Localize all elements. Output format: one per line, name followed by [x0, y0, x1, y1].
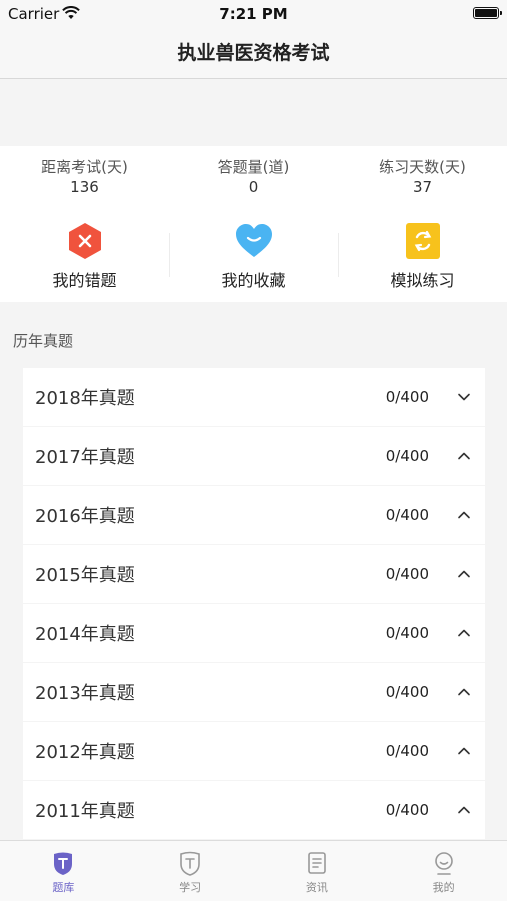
- nav-bar: 执业兽医资格考试: [0, 28, 507, 79]
- tab-label: 我的: [432, 881, 455, 894]
- list-item[interactable]: 2014年真题 0/400: [23, 604, 485, 662]
- mock-practice-icon: [405, 223, 440, 259]
- chevron-down-icon[interactable]: [457, 390, 471, 404]
- stat-answered-count: 答题量(道) 0: [169, 146, 338, 210]
- tab-question-bank[interactable]: 题库: [0, 841, 127, 901]
- tab-study[interactable]: 学习: [127, 841, 254, 901]
- action-label: 模拟练习: [390, 271, 455, 290]
- action-label: 我的收藏: [221, 271, 286, 290]
- exam-progress: 0/400: [385, 447, 429, 465]
- stat-value: 37: [412, 178, 433, 196]
- profile-icon: [434, 852, 453, 875]
- chevron-up-icon[interactable]: [457, 449, 471, 463]
- stats-panel: 距离考试(天) 136 答题量(道) 0 练习天数(天) 37: [0, 146, 507, 210]
- my-favorites-button[interactable]: 我的收藏: [169, 221, 338, 291]
- chevron-up-icon[interactable]: [457, 626, 471, 640]
- tab-profile[interactable]: 我的: [380, 841, 507, 901]
- clock: 7:21 PM: [219, 5, 288, 23]
- action-label: 我的错题: [52, 271, 117, 290]
- favorites-heart-icon: [235, 224, 272, 257]
- list-item[interactable]: 2015年真题 0/400: [23, 545, 485, 603]
- stat-label: 练习天数(天): [379, 158, 466, 176]
- battery-icon: [473, 7, 502, 19]
- list-item[interactable]: 2011年真题 0/400: [23, 781, 485, 839]
- stat-days-to-exam: 距离考试(天) 136: [0, 146, 169, 210]
- quick-actions: 我的错题 我的收藏 模拟练习: [0, 210, 507, 302]
- page-title: 执业兽医资格考试: [177, 42, 330, 64]
- list-item[interactable]: 2012年真题 0/400: [23, 722, 485, 780]
- exam-progress: 0/400: [385, 565, 429, 583]
- tab-label: 题库: [52, 881, 75, 894]
- list-item[interactable]: 2016年真题 0/400: [23, 486, 485, 544]
- tab-bar: 题库 学习 资讯 我的: [0, 840, 507, 901]
- news-icon: [308, 852, 326, 874]
- exam-progress: 0/400: [385, 683, 429, 701]
- exam-progress: 0/400: [385, 388, 429, 406]
- chevron-up-icon[interactable]: [457, 685, 471, 699]
- chevron-up-icon[interactable]: [457, 803, 471, 817]
- tab-news[interactable]: 资讯: [254, 841, 381, 901]
- exam-year-title: 2016年真题: [35, 506, 135, 527]
- status-bar: Carrier 7:21 PM: [0, 0, 507, 28]
- stat-value: 0: [248, 178, 259, 196]
- stat-label: 距离考试(天): [41, 158, 128, 176]
- past-exams-list: 2018年真题 0/400 2017年真题 0/400 2016年真题 0/40…: [23, 368, 485, 840]
- exam-progress: 0/400: [385, 742, 429, 760]
- exam-year-title: 2018年真题: [35, 388, 135, 409]
- exam-year-title: 2017年真题: [35, 447, 135, 468]
- exam-progress: 0/400: [385, 801, 429, 819]
- tab-label: 资讯: [305, 881, 328, 894]
- list-item[interactable]: 2018年真题 0/400: [23, 368, 485, 426]
- list-item[interactable]: 2017年真题 0/400: [23, 427, 485, 485]
- wrong-questions-icon: [68, 223, 101, 259]
- chevron-up-icon[interactable]: [457, 508, 471, 522]
- stat-value: 136: [70, 178, 99, 196]
- exam-progress: 0/400: [385, 624, 429, 642]
- question-bank-icon: [54, 852, 73, 875]
- exam-year-title: 2011年真题: [35, 801, 135, 822]
- section-title: 历年真题: [13, 332, 74, 350]
- study-icon: [180, 851, 200, 876]
- exam-progress: 0/400: [385, 506, 429, 524]
- tab-label: 学习: [179, 881, 202, 894]
- stat-practice-days: 练习天数(天) 37: [338, 146, 507, 210]
- exam-year-title: 2012年真题: [35, 742, 135, 763]
- exam-year-title: 2015年真题: [35, 565, 135, 586]
- exam-year-title: 2014年真题: [35, 624, 135, 645]
- chevron-up-icon[interactable]: [457, 567, 471, 581]
- chevron-up-icon[interactable]: [457, 744, 471, 758]
- my-wrong-questions-button[interactable]: 我的错题: [0, 221, 169, 291]
- exam-year-title: 2013年真题: [35, 683, 135, 704]
- stat-label: 答题量(道): [217, 158, 290, 176]
- mock-practice-button[interactable]: 模拟练习: [338, 221, 507, 291]
- list-item[interactable]: 2013年真题 0/400: [23, 663, 485, 721]
